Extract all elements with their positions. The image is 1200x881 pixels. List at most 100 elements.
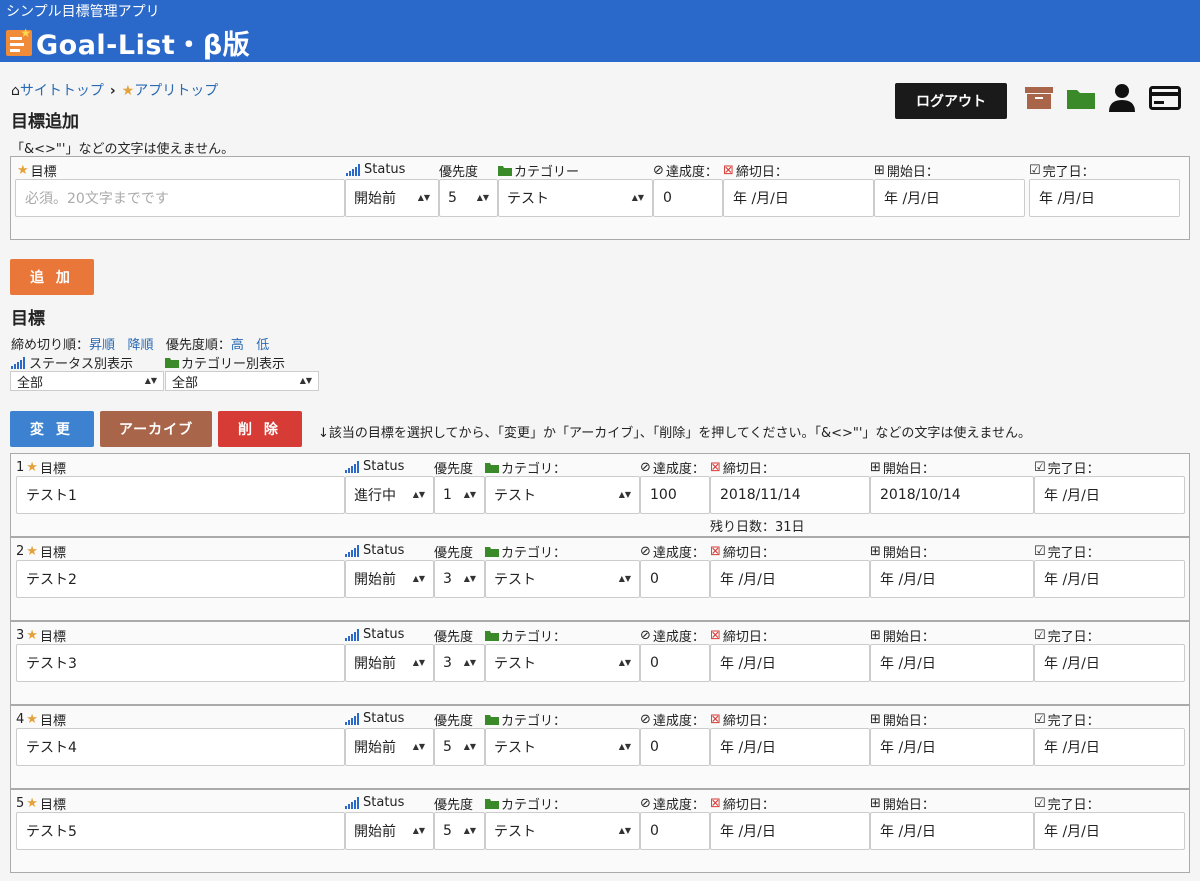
sort-high-link[interactable]: 高: [231, 338, 244, 353]
done-input[interactable]: 年 /月/日: [1034, 728, 1185, 766]
priority-label: 優先度: [439, 165, 479, 180]
logout-button[interactable]: ログアウト: [895, 83, 1007, 119]
sort-desc-link[interactable]: 降順: [127, 338, 153, 353]
category-select[interactable]: テスト ▲▼: [485, 560, 640, 598]
calendar-check-icon: ☑: [1034, 460, 1046, 475]
status-label: Status: [363, 543, 405, 558]
calendar-plus-icon: ⊞: [870, 712, 881, 727]
goal-name-input[interactable]: テスト5: [16, 812, 345, 850]
calendar-x-icon: ⊠: [710, 712, 721, 727]
breadcrumb-app-top[interactable]: アプリトップ: [134, 83, 218, 99]
category-select[interactable]: テスト ▲▼: [485, 476, 640, 514]
progress-input[interactable]: 0: [640, 644, 710, 682]
check-circle-icon: ⊘: [640, 712, 651, 727]
breadcrumb: ⌂サイトトップ › ★アプリトップ: [11, 83, 219, 99]
status-select[interactable]: 開始前 ▲▼: [345, 644, 434, 682]
folder-icon: [485, 463, 499, 473]
archive-box-icon[interactable]: [1025, 86, 1053, 110]
priority-select[interactable]: 3 ▲▼: [434, 560, 485, 598]
progress-label: 達成度：: [652, 714, 705, 729]
goal-input[interactable]: 必須。20文字までです: [15, 179, 345, 217]
done-input[interactable]: 年 /月/日: [1034, 476, 1185, 514]
folder-icon: [485, 547, 499, 557]
category-filter-label: カテゴリー別表示: [181, 357, 286, 372]
app-subtitle: シンプル目標管理アプリ: [6, 4, 160, 20]
sort-asc-link[interactable]: 昇順: [89, 338, 115, 353]
goal-name-input[interactable]: テスト3: [16, 644, 345, 682]
check-circle-icon: ⊘: [640, 796, 651, 811]
status-select[interactable]: 開始前 ▲▼: [345, 812, 434, 850]
progress-input[interactable]: 0: [653, 179, 723, 217]
goal-number: 4: [16, 712, 25, 727]
category-filter-select[interactable]: 全部 ▲▼: [165, 371, 319, 391]
category-select[interactable]: テスト ▲▼: [485, 728, 640, 766]
priority-label: 優先度: [434, 630, 474, 645]
progress-input[interactable]: 0: [640, 728, 710, 766]
deadline-input[interactable]: 年 /月/日: [710, 728, 870, 766]
deadline-input[interactable]: 年 /月/日: [710, 560, 870, 598]
status-select[interactable]: 開始前 ▲▼: [345, 728, 434, 766]
start-input[interactable]: 年 /月/日: [870, 560, 1034, 598]
star-icon: ★: [26, 628, 38, 643]
signal-icon: [346, 163, 360, 176]
category-select[interactable]: テスト ▲▼: [485, 812, 640, 850]
goal-number: 3: [16, 628, 25, 643]
goal-name-input[interactable]: テスト2: [16, 560, 345, 598]
deadline-input[interactable]: 年 /月/日: [710, 644, 870, 682]
start-input[interactable]: 年 /月/日: [870, 812, 1034, 850]
category-select[interactable]: テスト ▲▼: [498, 179, 653, 217]
change-button[interactable]: 変 更: [10, 411, 94, 447]
goal-row[interactable]: 2 ★ 目標 Status 優先度 カテゴリ： ⊘ 達成度： ⊠ 締切日： ⊞ 開始日： …: [10, 537, 1190, 621]
goal-name-input[interactable]: テスト1: [16, 476, 345, 514]
archive-button[interactable]: アーカイブ: [100, 411, 212, 447]
star-icon: ★: [26, 460, 38, 475]
sort-low-link[interactable]: 低: [256, 338, 269, 353]
category-select[interactable]: テスト ▲▼: [485, 644, 640, 682]
goal-row[interactable]: 1 ★ 目標 Status 優先度 カテゴリ： ⊘ 達成度： ⊠ 締切日： ⊞ 開始日： …: [10, 453, 1190, 537]
check-circle-icon: ⊘: [640, 628, 651, 643]
done-input[interactable]: 年 /月/日: [1034, 560, 1185, 598]
done-input[interactable]: 年 /月/日: [1029, 179, 1180, 217]
goal-name-input[interactable]: テスト4: [16, 728, 345, 766]
priority-select[interactable]: 5 ▲▼: [434, 728, 485, 766]
status-label: Status: [363, 711, 405, 726]
status-select[interactable]: 開始前 ▲▼: [345, 179, 439, 217]
priority-select[interactable]: 5 ▲▼: [434, 812, 485, 850]
deadline-input[interactable]: 年 /月/日: [710, 812, 870, 850]
priority-select[interactable]: 5 ▲▼: [439, 179, 498, 217]
progress-input[interactable]: 0: [640, 812, 710, 850]
deadline-input[interactable]: 年 /月/日: [723, 179, 874, 217]
start-input[interactable]: 年 /月/日: [870, 728, 1034, 766]
calendar-x-icon: ⊠: [710, 460, 721, 475]
start-label: 開始日：: [882, 546, 935, 561]
start-input[interactable]: 2018/10/14: [870, 476, 1034, 514]
goal-row[interactable]: 5 ★ 目標 Status 優先度 カテゴリ： ⊘ 達成度： ⊠ 締切日： ⊞ 開始日： …: [10, 789, 1190, 873]
priority-select[interactable]: 3 ▲▼: [434, 644, 485, 682]
priority-select[interactable]: 1 ▲▼: [434, 476, 485, 514]
calendar-check-icon: ☑: [1034, 628, 1046, 643]
status-select[interactable]: 開始前 ▲▼: [345, 560, 434, 598]
done-input[interactable]: 年 /月/日: [1034, 644, 1185, 682]
status-select[interactable]: 進行中 ▲▼: [345, 476, 434, 514]
delete-button[interactable]: 削 除: [218, 411, 302, 447]
progress-input[interactable]: 100: [640, 476, 710, 514]
category-label: カテゴリ：: [501, 546, 567, 561]
start-input[interactable]: 年 /月/日: [874, 179, 1025, 217]
goal-row[interactable]: 4 ★ 目標 Status 優先度 カテゴリ： ⊘ 達成度： ⊠ 締切日： ⊞ 開始日： …: [10, 705, 1190, 789]
done-input[interactable]: 年 /月/日: [1034, 812, 1185, 850]
start-input[interactable]: 年 /月/日: [870, 644, 1034, 682]
deadline-input[interactable]: 2018/11/14: [710, 476, 870, 514]
goal-row[interactable]: 3 ★ 目標 Status 優先度 カテゴリ： ⊘ 達成度： ⊠ 締切日： ⊞ 開始日： …: [10, 621, 1190, 705]
status-filter-select[interactable]: 全部 ▲▼: [10, 371, 164, 391]
folder-icon[interactable]: [1067, 87, 1095, 109]
breadcrumb-site-top[interactable]: サイトトップ: [20, 83, 104, 99]
start-label: 開始日：: [882, 798, 935, 813]
progress-input[interactable]: 0: [640, 560, 710, 598]
user-icon[interactable]: [1109, 84, 1135, 112]
status-label: Status: [363, 627, 405, 642]
calendar-check-icon: ☑: [1034, 796, 1046, 811]
calendar-check-icon: ☑: [1034, 544, 1046, 559]
category-label: カテゴリー: [514, 165, 580, 180]
card-icon[interactable]: [1149, 86, 1181, 110]
add-button[interactable]: 追 加: [10, 259, 94, 295]
